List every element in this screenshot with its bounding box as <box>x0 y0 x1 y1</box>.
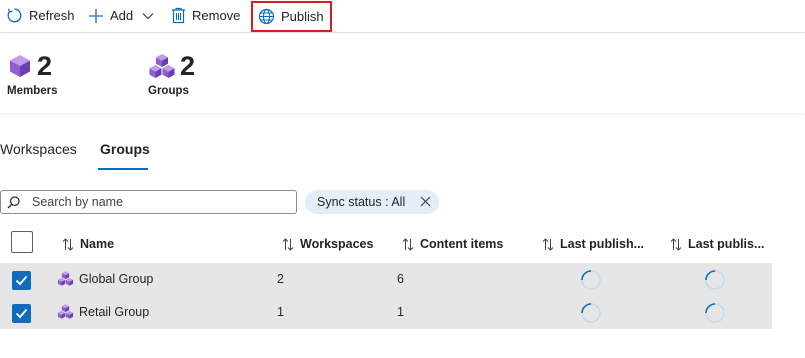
globe-icon <box>258 8 275 25</box>
refresh-icon <box>7 8 22 23</box>
tab-groups[interactable]: Groups <box>100 141 150 157</box>
column-label: Last publish... <box>560 237 645 251</box>
search-box[interactable] <box>0 190 297 214</box>
workspaces-count: 2 <box>277 272 284 286</box>
chevron-down-icon[interactable] <box>142 10 154 22</box>
column-header-name[interactable]: Name <box>62 237 114 251</box>
loading-spinner-icon <box>581 303 601 323</box>
column-header-workspaces[interactable]: Workspaces <box>282 237 373 251</box>
column-header-last-publish-2[interactable]: Last publis... <box>670 237 764 251</box>
content-items-count: 6 <box>397 272 404 286</box>
checkmark-icon <box>15 308 28 319</box>
column-label: Workspaces <box>300 237 374 251</box>
filter-label: Sync status : All <box>317 195 406 209</box>
selected-tab-indicator <box>98 168 148 170</box>
trash-icon <box>172 7 185 24</box>
members-label: Members <box>7 85 58 97</box>
refresh-button[interactable]: Refresh <box>6 0 75 31</box>
workspaces-count: 1 <box>277 305 284 319</box>
search-input[interactable] <box>32 195 282 209</box>
loading-spinner-icon <box>705 270 725 290</box>
sort-icon <box>670 237 682 251</box>
select-all-checkbox[interactable] <box>11 231 33 253</box>
sort-icon <box>402 237 414 251</box>
sort-icon <box>282 237 294 251</box>
add-label: Add <box>110 8 134 23</box>
groups-label: Groups <box>148 85 189 97</box>
publish-label: Publish <box>281 9 324 24</box>
cubes-group-icon <box>149 54 175 78</box>
column-header-content-items[interactable]: Content items <box>402 237 503 251</box>
group-name: Retail Group <box>79 304 150 319</box>
refresh-label: Refresh <box>29 8 75 23</box>
row-checkbox[interactable] <box>12 304 31 323</box>
plus-icon <box>89 8 103 23</box>
loading-spinner-icon <box>581 270 601 290</box>
search-icon <box>7 195 20 208</box>
column-label: Last publis... <box>688 237 765 251</box>
group-name-cell[interactable]: Global Group <box>57 270 153 287</box>
cube-icon <box>10 55 30 77</box>
sync-status-filter[interactable]: Sync status : All <box>305 190 439 214</box>
checkmark-icon <box>15 275 28 286</box>
group-name-cell[interactable]: Retail Group <box>57 303 149 320</box>
row-checkbox[interactable] <box>12 271 31 290</box>
tab-workspaces[interactable]: Workspaces <box>0 141 77 157</box>
column-label: Name <box>80 237 115 251</box>
content-items-count: 1 <box>397 305 404 319</box>
table-header: Name Workspaces Content items Last publi… <box>0 231 772 261</box>
group-name: Global Group <box>79 271 154 286</box>
sort-icon <box>62 237 74 251</box>
members-stat: 2 Members <box>7 51 58 97</box>
group-icon <box>57 304 74 319</box>
column-label: Content items <box>420 237 504 251</box>
column-header-last-publish[interactable]: Last publish... <box>542 237 644 251</box>
group-icon <box>57 271 74 286</box>
table-row[interactable]: Global Group 2 6 <box>0 263 772 296</box>
summary-panel: 2 Members 2 Groups <box>0 33 805 113</box>
remove-button[interactable]: Remove <box>171 0 240 31</box>
groups-stat: 2 Groups <box>148 51 195 97</box>
table-row[interactable]: Retail Group 1 1 <box>0 296 772 329</box>
publish-button[interactable]: Publish <box>251 1 332 32</box>
close-icon[interactable] <box>420 196 431 207</box>
sort-icon <box>542 237 554 251</box>
remove-label: Remove <box>192 8 241 23</box>
command-bar: Refresh Add Remove Publish <box>0 0 805 33</box>
loading-spinner-icon <box>705 303 725 323</box>
groups-count: 2 <box>180 51 196 81</box>
add-button[interactable]: Add <box>88 0 154 31</box>
members-count: 2 <box>37 51 53 81</box>
